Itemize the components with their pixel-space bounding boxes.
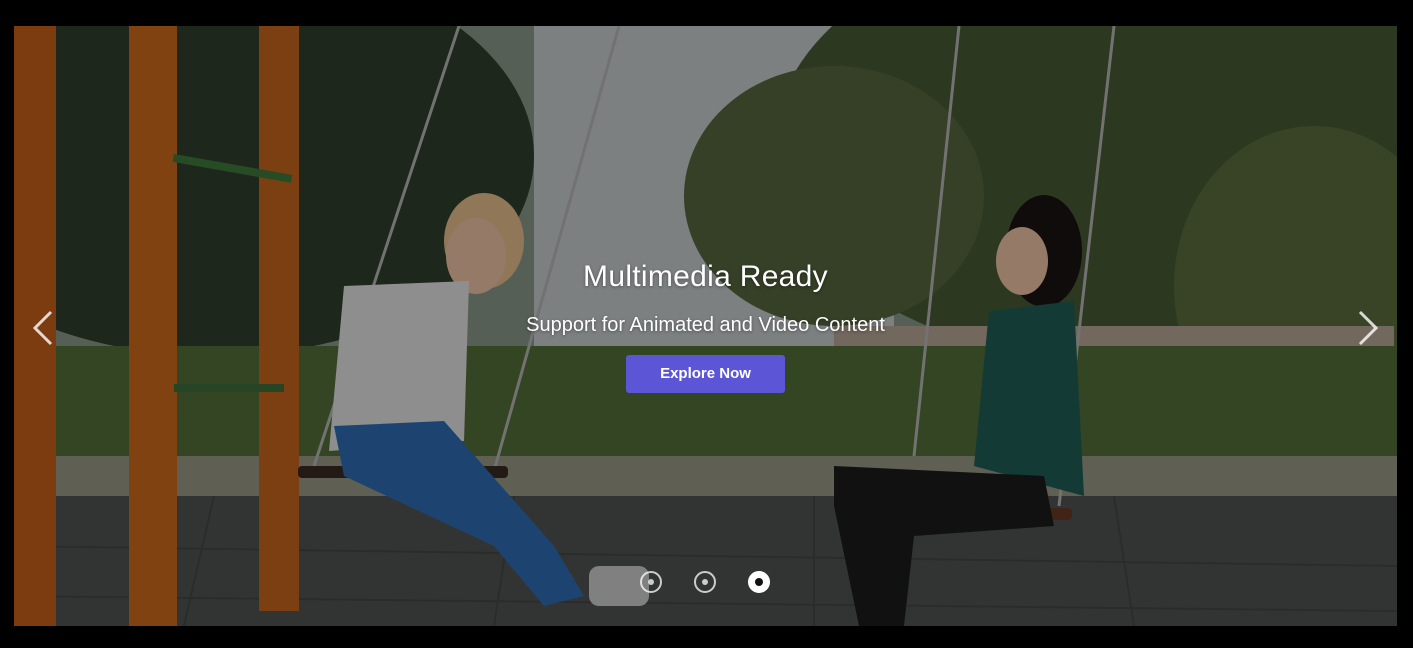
next-slide-button[interactable]	[1353, 308, 1383, 348]
slide-pagination	[640, 571, 770, 593]
slide-title: Multimedia Ready	[583, 260, 828, 293]
slide-caption: Multimedia Ready Support for Animated an…	[14, 260, 1397, 393]
pagination-dot-3-active[interactable]	[748, 571, 770, 593]
hero-slider: Multimedia Ready Support for Animated an…	[14, 26, 1397, 626]
pagination-dot-1[interactable]	[640, 571, 662, 593]
slide-subtitle: Support for Animated and Video Content	[526, 314, 885, 336]
explore-now-button[interactable]: Explore Now	[626, 355, 785, 393]
pagination-dot-2[interactable]	[694, 571, 716, 593]
previous-slide-button[interactable]	[28, 308, 58, 348]
chevron-right-icon	[1358, 310, 1379, 346]
chevron-left-icon	[32, 310, 53, 346]
